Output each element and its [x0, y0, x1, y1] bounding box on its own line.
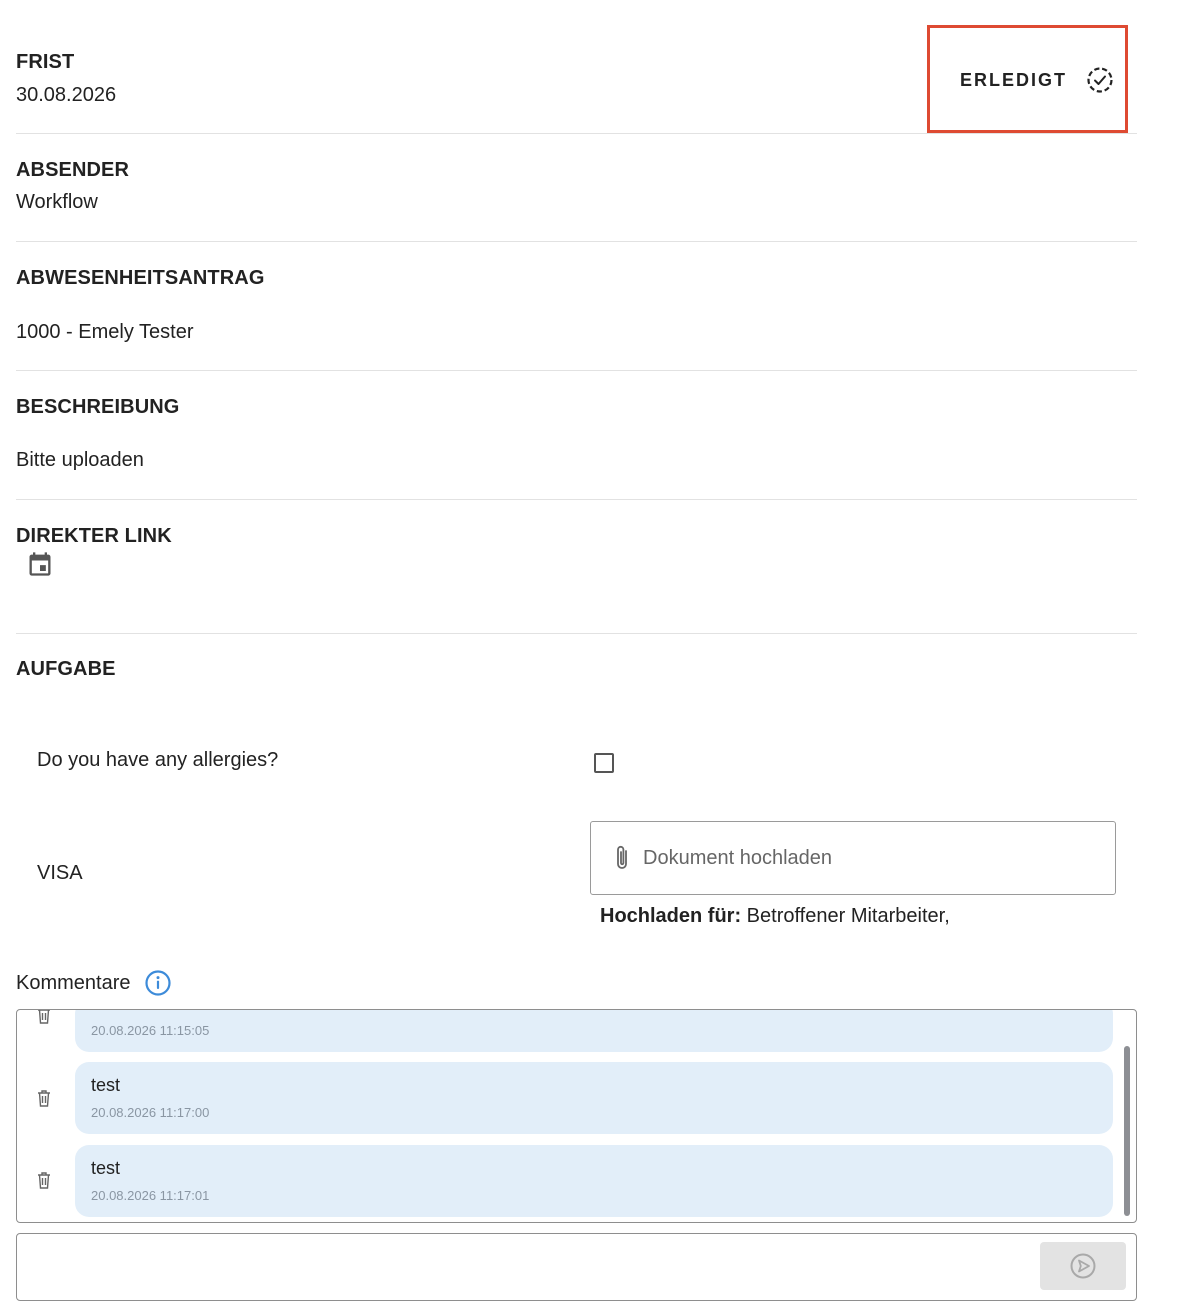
info-icon[interactable]	[144, 969, 172, 997]
comment-input-box	[16, 1233, 1137, 1301]
direct-link-section: DIREKTER LINK	[16, 499, 1137, 634]
comments-scrollbar-thumb[interactable]	[1124, 1046, 1130, 1216]
sender-label: ABSENDER	[16, 159, 130, 181]
direct-link-label: DIREKTER LINK	[16, 525, 172, 547]
sender-value: Workflow	[16, 191, 98, 213]
deadline-label: FRIST	[16, 51, 75, 73]
comment-item: test 20.08.2026 11:17:01	[75, 1145, 1113, 1217]
calendar-icon[interactable]	[26, 550, 54, 578]
description-section: BESCHREIBUNG Bitte uploaden	[16, 370, 1137, 500]
allergy-question: Do you have any allergies?	[37, 749, 279, 771]
paperclip-icon	[617, 845, 627, 869]
comment-text: test	[91, 1075, 121, 1095]
comment-timestamp: 20.08.2026 11:17:00	[91, 1105, 210, 1120]
description-value: Bitte uploaden	[16, 449, 144, 471]
delete-comment-icon[interactable]	[36, 1089, 52, 1107]
comments-list[interactable]: 20.08.2026 11:15:05 test 20.08.2026 11:1…	[16, 1009, 1137, 1223]
upload-for-note: Hochladen für: Betroffener Mitarbeiter,	[600, 905, 950, 928]
comment-text: test	[91, 1158, 121, 1178]
upload-for-value: Betroffener Mitarbeiter,	[741, 905, 950, 927]
comment-item: test 20.08.2026 11:17:00	[75, 1062, 1113, 1134]
comment-timestamp: 20.08.2026 11:17:01	[91, 1188, 210, 1203]
upload-placeholder: Dokument hochladen	[643, 846, 833, 869]
task-label: AUFGABE	[16, 658, 116, 680]
absence-request-label: ABWESENHEITSANTRAG	[16, 267, 265, 289]
dashed-check-circle-icon	[1087, 67, 1113, 93]
visa-label: VISA	[37, 862, 83, 884]
delete-comment-icon[interactable]	[36, 1171, 52, 1189]
absence-request-value: 1000 - Emely Tester	[16, 321, 194, 343]
delete-comment-icon[interactable]	[36, 1009, 52, 1024]
comments-header: Kommentare	[16, 969, 172, 997]
document-upload-field[interactable]: Dokument hochladen	[590, 821, 1116, 895]
done-button-label: ERLEDIGT	[960, 69, 1068, 90]
comment-item: 20.08.2026 11:15:05	[75, 1010, 1113, 1052]
comments-title: Kommentare	[16, 971, 131, 994]
done-button[interactable]: ERLEDIGT	[960, 64, 1114, 96]
send-button[interactable]	[1040, 1242, 1126, 1290]
comment-timestamp: 20.08.2026 11:15:05	[91, 1023, 210, 1038]
absence-request-section: ABWESENHEITSANTRAG 1000 - Emely Tester	[16, 241, 1137, 371]
send-icon	[1070, 1253, 1096, 1279]
comment-input[interactable]	[29, 1242, 1033, 1294]
sender-section: ABSENDER Workflow	[16, 133, 1137, 242]
description-label: BESCHREIBUNG	[16, 396, 180, 418]
upload-for-label: Hochladen für:	[600, 905, 742, 927]
deadline-value: 30.08.2026	[16, 84, 117, 106]
comments-scrollbar[interactable]	[1124, 1046, 1130, 1216]
allergy-checkbox[interactable]	[594, 753, 614, 773]
